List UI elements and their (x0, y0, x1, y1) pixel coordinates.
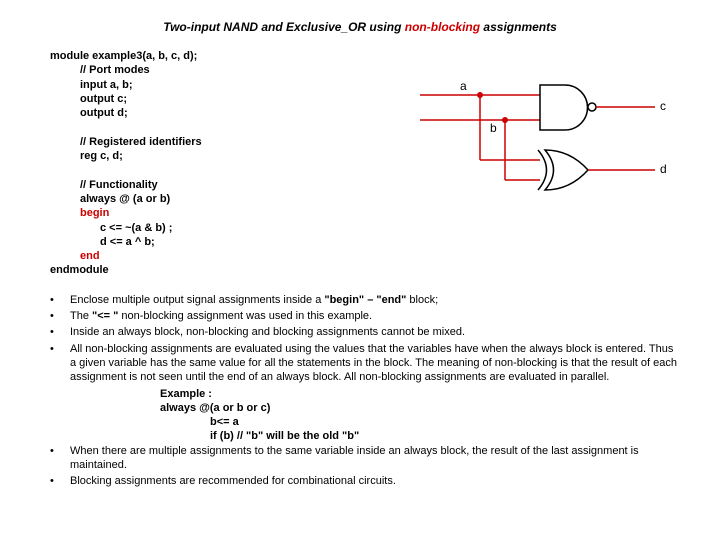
example-line-1: always @(a or b or c) (160, 401, 680, 415)
page-title: Two-input NAND and Exclusive_OR using no… (40, 20, 680, 34)
circuit-diagram: a b c d (420, 70, 680, 200)
title-suffix: assignments (480, 20, 557, 34)
code-endmodule: endmodule (50, 263, 680, 277)
code-end: end (50, 249, 680, 263)
note-4: All non-blocking assignments are evaluat… (40, 342, 680, 385)
example-block: Example : always @(a or b or c) b<= a if… (40, 387, 680, 444)
code-stmt-d: d <= a ^ b; (50, 235, 680, 249)
notes-section: Enclose multiple output signal assignmen… (40, 293, 680, 489)
note-1: Enclose multiple output signal assignmen… (40, 293, 680, 307)
title-prefix: Two-input NAND and Exclusive_OR using (163, 20, 405, 34)
code-module: module example3(a, b, c, d); (50, 49, 680, 63)
note-2: The "<= " non-blocking assignment was us… (40, 309, 680, 323)
example-line-3: if (b) // "b" will be the old "b" (160, 429, 680, 443)
note-3: Inside an always block, non-blocking and… (40, 325, 680, 339)
label-d: d (660, 162, 667, 176)
note-5: When there are multiple assignments to t… (40, 444, 680, 473)
note-6: Blocking assignments are recommended for… (40, 474, 680, 488)
label-c: c (660, 99, 666, 113)
label-a: a (460, 79, 467, 93)
example-line-2: b<= a (160, 415, 680, 429)
code-stmt-c: c <= ~(a & b) ; (50, 221, 680, 235)
example-label: Example : (160, 387, 680, 401)
title-highlight: non-blocking (405, 20, 480, 34)
label-b: b (490, 121, 497, 135)
code-begin: begin (50, 206, 680, 220)
